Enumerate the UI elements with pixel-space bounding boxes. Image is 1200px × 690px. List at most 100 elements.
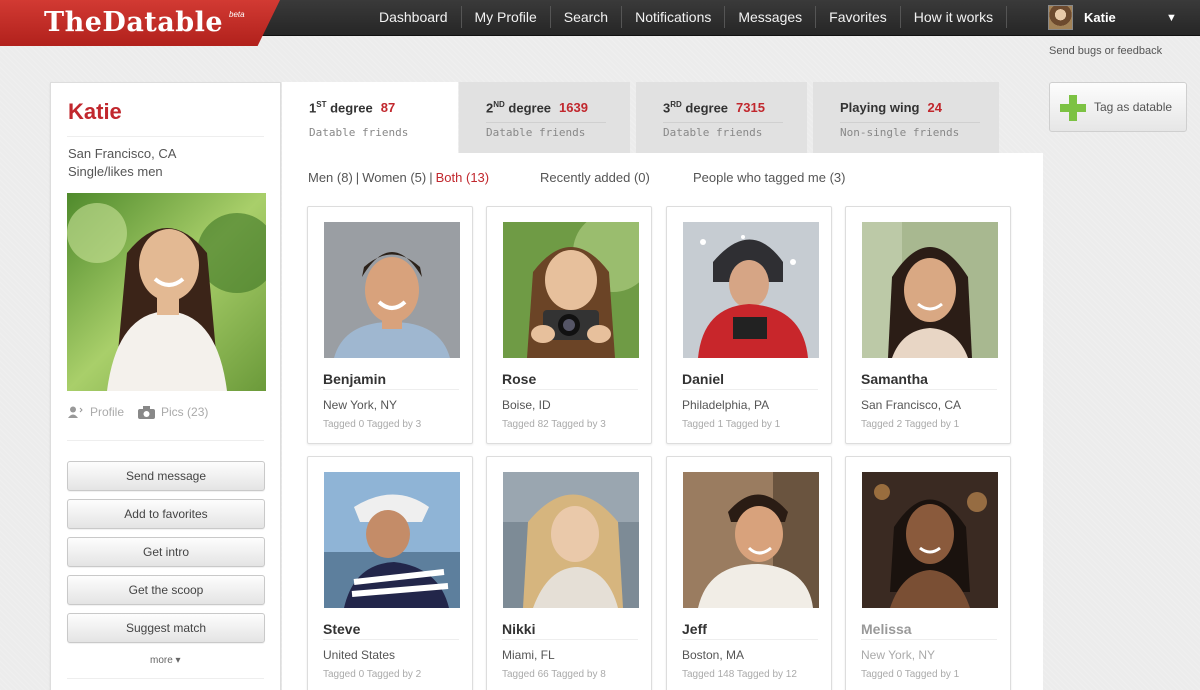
suggest-match-button[interactable]: Suggest match [67,613,265,643]
divider [840,122,980,123]
person-name: Steve [323,621,361,637]
add-to-favorites-button[interactable]: Add to favorites [67,499,265,529]
tab-playing-wing[interactable]: Playing wing 24 Non-single friends [813,82,999,153]
filter-separator: | [429,170,433,185]
divider [323,639,459,640]
person-photo [503,222,639,358]
tab-subtitle: Datable friends [309,126,409,139]
tab-subtitle: Datable friends [486,126,586,139]
person-location: New York, NY [861,648,936,662]
person-card[interactable]: Nikki Miami, FL Tagged 66 Tagged by 8 [486,456,652,690]
feedback-link[interactable]: Send bugs or feedback [1049,45,1162,57]
tab-2nd-degree[interactable]: 2ND degree 1639 Datable friends [459,82,630,153]
filter-recently-added[interactable]: Recently added (0) [540,170,650,185]
profile-links: Profile Pics (23) [68,405,222,419]
pics-link[interactable]: Pics (23) [138,405,208,419]
person-location: Boston, MA [682,648,745,662]
plus-icon [1060,95,1086,121]
tab-1st-degree[interactable]: 1ST degree 87 Datable friends [282,82,458,153]
person-card[interactable]: Benjamin New York, NY Tagged 0 Tagged by… [307,206,473,444]
profile-location: San Francisco, CA [68,146,177,161]
tab-title: 2ND degree 1639 [486,100,588,116]
pics-link-label: Pics (23) [161,405,209,419]
person-location: Miami, FL [502,648,555,662]
divider [67,136,264,137]
person-card[interactable]: Steve United States Tagged 0 Tagged by 2 [307,456,473,690]
nav-favorites[interactable]: Favorites [816,6,901,28]
person-tag-stats: Tagged 0 Tagged by 2 [323,669,422,680]
profile-photo[interactable] [67,193,266,391]
person-tag-stats: Tagged 0 Tagged by 1 [861,669,960,680]
divider [67,678,264,679]
nav-notifications[interactable]: Notifications [622,6,726,28]
person-card[interactable]: Daniel Philadelphia, PA Tagged 1 Tagged … [666,206,832,444]
divider [861,389,997,390]
profile-name: Katie [68,99,122,124]
filter-women[interactable]: Women (5) [362,170,426,185]
user-menu-caret-icon[interactable]: ▼ [1166,12,1177,24]
nav-search[interactable]: Search [551,6,623,28]
nav-dashboard[interactable]: Dashboard [366,6,462,28]
brand-name: TheDatable [44,7,224,38]
divider [486,122,606,123]
person-photo [862,222,998,358]
person-name: Melissa [861,621,912,637]
person-tag-stats: Tagged 2 Tagged by 1 [861,419,960,430]
tab-count: 24 [927,100,942,115]
get-intro-button[interactable]: Get intro [67,537,265,567]
divider [682,639,818,640]
divider [67,440,264,441]
person-photo [324,222,460,358]
user-icon [68,406,83,418]
person-photo [862,472,998,608]
person-name: Benjamin [323,371,387,387]
person-location: San Francisco, CA [861,398,962,412]
person-location: New York, NY [323,398,398,412]
person-photo [503,472,639,608]
person-name: Jeff [682,621,707,637]
tab-title: 1ST degree 87 [309,100,396,116]
profile-card: Katie San Francisco, CA Single/likes men [50,82,281,690]
filter-men[interactable]: Men (8) [308,170,353,185]
profile-link[interactable]: Profile [68,405,124,419]
send-message-button[interactable]: Send message [67,461,265,491]
person-photo [683,472,819,608]
tab-subtitle: Datable friends [663,126,763,139]
nav-messages[interactable]: Messages [725,6,817,28]
person-card[interactable]: Samantha San Francisco, CA Tagged 2 Tagg… [845,206,1011,444]
divider [323,389,459,390]
person-location: Boise, ID [502,398,551,412]
filter-separator: | [355,170,360,185]
main-nav: Dashboard My Profile Search Notification… [366,0,1008,34]
tab-3rd-degree[interactable]: 3RD degree 7315 Datable friends [636,82,807,153]
person-name: Nikki [502,621,536,637]
filter-both[interactable]: Both (13) [436,170,489,185]
tab-count: 87 [380,100,396,116]
camera-icon [138,405,156,419]
person-location: Philadelphia, PA [682,398,770,412]
divider [861,639,997,640]
person-tag-stats: Tagged 1 Tagged by 1 [682,419,781,430]
tab-title: 3RD degree 7315 [663,100,765,116]
profile-link-label: Profile [90,405,125,419]
get-the-scoop-button[interactable]: Get the scoop [67,575,265,605]
nav-my-profile[interactable]: My Profile [462,6,551,28]
user-avatar [1048,4,1073,30]
person-card[interactable]: Jeff Boston, MA Tagged 148 Tagged by 12 [666,456,832,690]
person-tag-stats: Tagged 148 Tagged by 12 [682,669,797,680]
tag-as-datable-button[interactable]: Tag as datable [1049,82,1187,132]
tab-subtitle: Non-single friends [840,126,960,139]
person-card[interactable]: Melissa New York, NY Tagged 0 Tagged by … [845,456,1011,690]
tab-title: Playing wing 24 [840,100,942,115]
user-name: Katie [1084,9,1116,25]
brand-logo[interactable]: TheDatable beta [0,0,280,46]
person-name: Samantha [861,371,928,387]
person-name: Daniel [682,371,725,387]
person-card[interactable]: Rose Boise, ID Tagged 82 Tagged by 3 [486,206,652,444]
filter-people-who-tagged-me[interactable]: People who tagged me (3) [693,170,845,185]
nav-how-it-works[interactable]: How it works [901,6,1008,28]
user-menu[interactable]: Katie [1048,4,1116,30]
person-name: Rose [502,371,537,387]
more-link[interactable]: more ▾ [150,655,181,666]
tab-count: 1639 [559,100,588,116]
